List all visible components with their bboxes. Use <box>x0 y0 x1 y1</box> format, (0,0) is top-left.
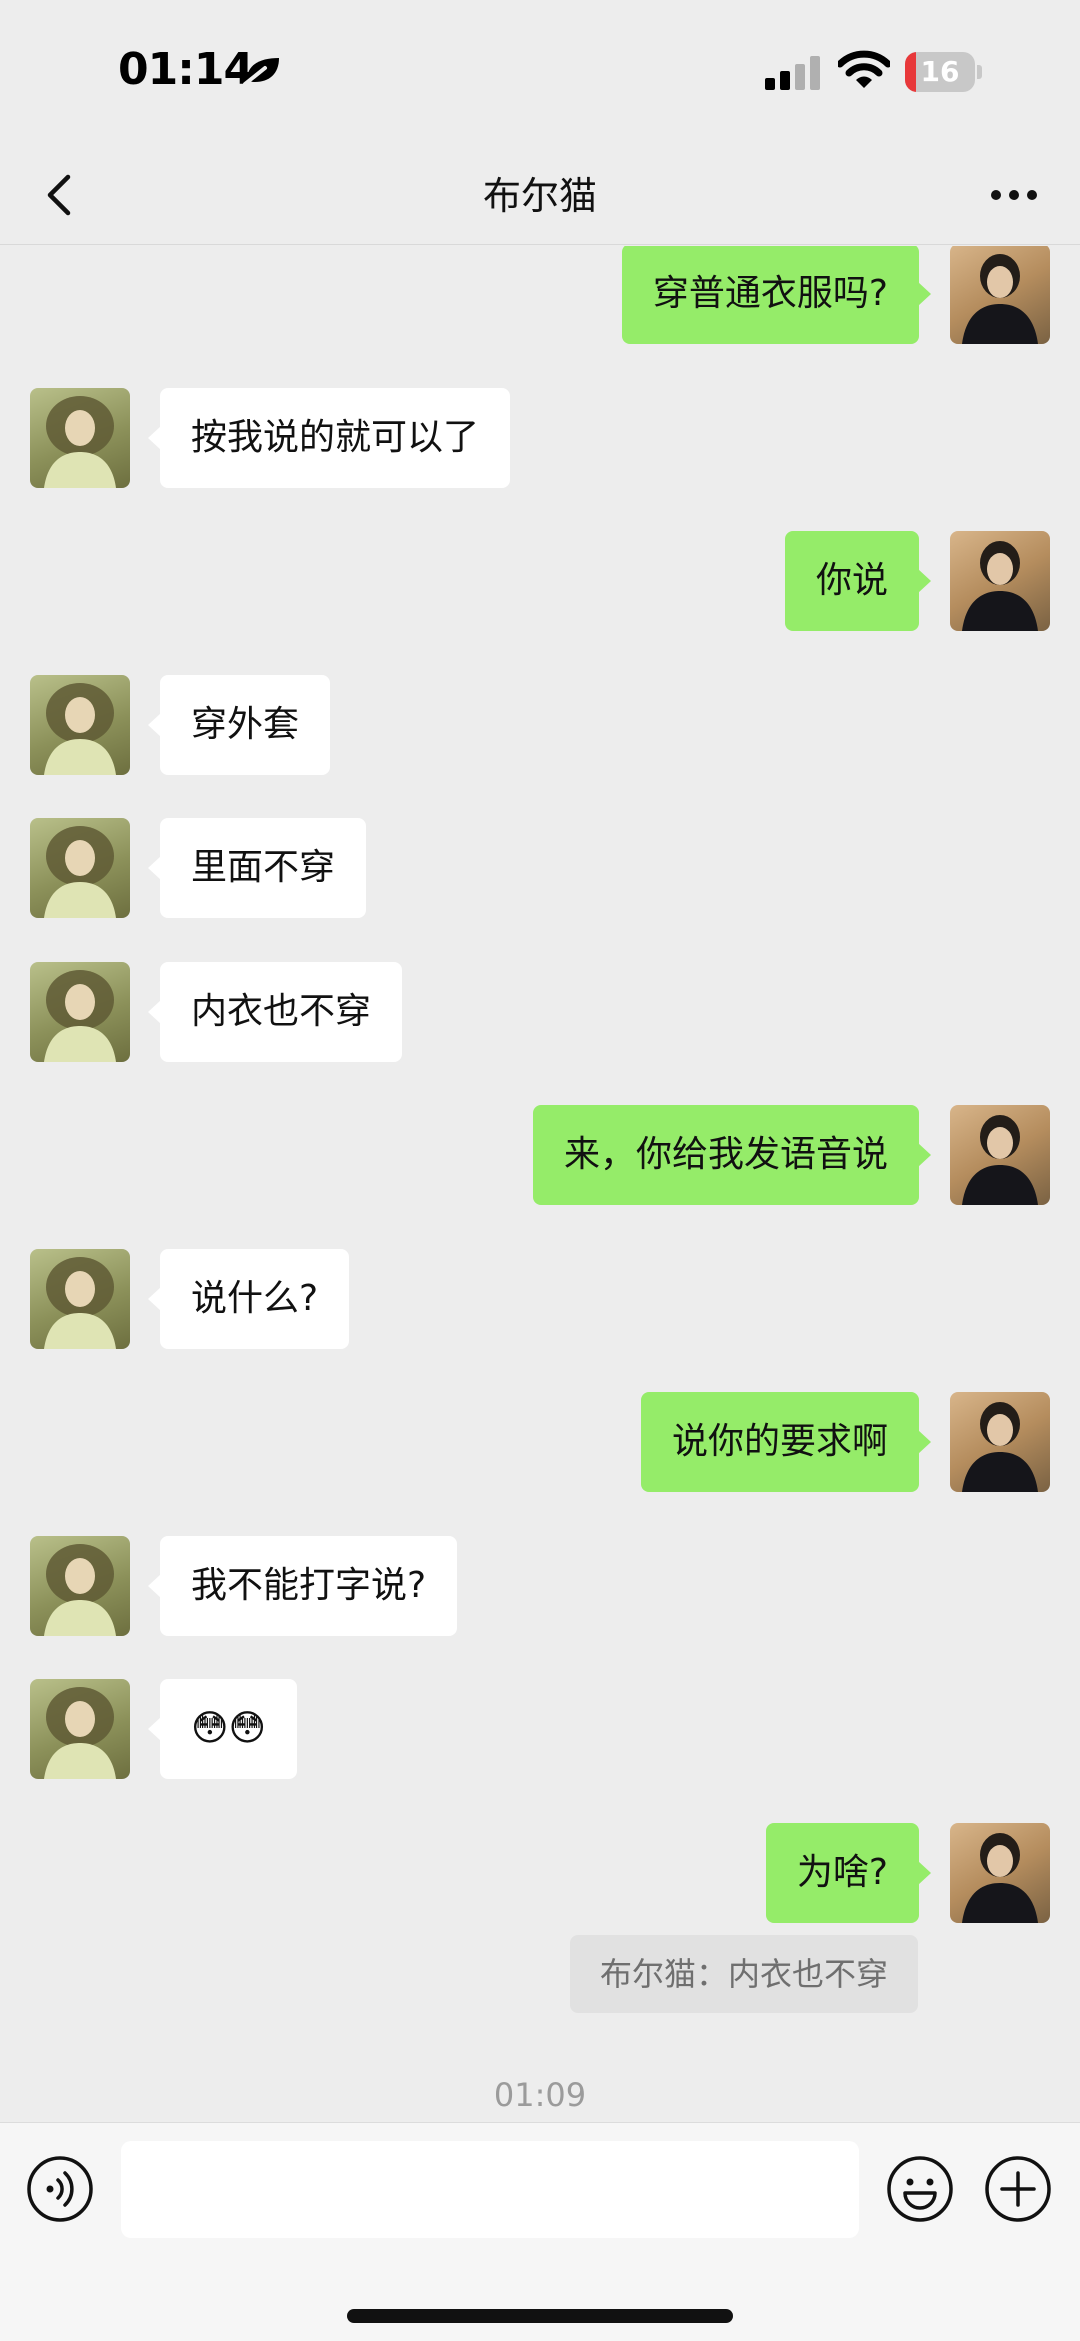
nav-bar: 布尔猫 <box>0 145 1080 245</box>
sent-message: 来，你给我发语音说 <box>0 1105 1080 1205</box>
contact-avatar[interactable] <box>30 961 130 1062</box>
contact-avatar[interactable] <box>30 1535 130 1636</box>
received-message: 穿外套 <box>0 674 1080 775</box>
message-input[interactable] <box>121 2141 859 2238</box>
cellular-signal-icon <box>765 56 820 90</box>
status-bar: 01:14 16 <box>0 0 1080 145</box>
message-bubble[interactable]: 按我说的就可以了 <box>147 387 511 488</box>
message-bubble[interactable]: 为啥? <box>765 1822 932 1923</box>
message-bubble[interactable]: 说你的要求啊 <box>640 1392 932 1492</box>
input-bar <box>0 2122 1080 2341</box>
chat-title: 布尔猫 <box>482 174 597 218</box>
received-message: 按我说的就可以了 <box>0 387 1080 488</box>
contact-avatar[interactable] <box>30 387 130 488</box>
battery-level: 16 <box>920 55 960 88</box>
home-indicator <box>347 2309 733 2323</box>
message-bubble[interactable]: 😳😳 <box>147 1679 298 1779</box>
quoted-message[interactable]: 布尔猫：内衣也不穿 <box>569 1935 918 2013</box>
chat-screen: 01:14 16 布尔猫 穿普通衣服吗? 按我说的就可以了 你说 穿外套 里面不… <box>0 0 1080 2341</box>
sent-message: 穿普通衣服吗? <box>0 246 1080 344</box>
received-message: 说什么? <box>0 1248 1080 1349</box>
message-bubble[interactable]: 说什么? <box>147 1248 350 1349</box>
contact-avatar[interactable] <box>30 818 130 918</box>
received-message: 内衣也不穿 <box>0 961 1080 1062</box>
message-bubble[interactable]: 里面不穿 <box>147 818 367 918</box>
message-bubble[interactable]: 穿普通衣服吗? <box>621 246 932 344</box>
message-bubble[interactable]: 你说 <box>784 531 932 631</box>
user-avatar[interactable] <box>950 1105 1050 1205</box>
emoji-icon[interactable] <box>886 2155 954 2223</box>
contact-avatar[interactable] <box>30 1679 130 1779</box>
contact-avatar[interactable] <box>30 674 130 775</box>
more-dots-icon[interactable] <box>982 167 1046 223</box>
status-time: 01:14 <box>118 44 254 95</box>
message-bubble[interactable]: 来，你给我发语音说 <box>532 1105 932 1205</box>
message-bubble[interactable]: 内衣也不穿 <box>147 961 403 1062</box>
user-avatar[interactable] <box>950 531 1050 631</box>
timestamp: 01:09 <box>493 2076 587 2114</box>
message-bubble[interactable]: 穿外套 <box>147 674 331 775</box>
focus-leaf-icon <box>243 58 279 86</box>
battery-icon: 16 <box>905 52 982 92</box>
received-message: 里面不穿 <box>0 818 1080 918</box>
user-avatar[interactable] <box>950 1392 1050 1492</box>
message-list[interactable]: 穿普通衣服吗? 按我说的就可以了你说穿外套里面不穿内衣也不穿来，你给我发语音说说什… <box>0 246 1080 2122</box>
wifi-icon <box>838 50 890 88</box>
received-message: 我不能打字说? <box>0 1535 1080 1636</box>
sent-message: 你说 <box>0 531 1080 631</box>
user-avatar[interactable] <box>950 246 1050 344</box>
received-message: 😳😳 <box>0 1679 1080 1779</box>
plus-icon[interactable] <box>984 2155 1052 2223</box>
user-avatar[interactable] <box>950 1822 1050 1923</box>
sent-message: 为啥? <box>0 1822 1080 1923</box>
contact-avatar[interactable] <box>30 1248 130 1349</box>
message-bubble[interactable]: 我不能打字说? <box>147 1535 458 1636</box>
voice-icon[interactable] <box>26 2155 94 2223</box>
sent-message: 说你的要求啊 <box>0 1392 1080 1492</box>
